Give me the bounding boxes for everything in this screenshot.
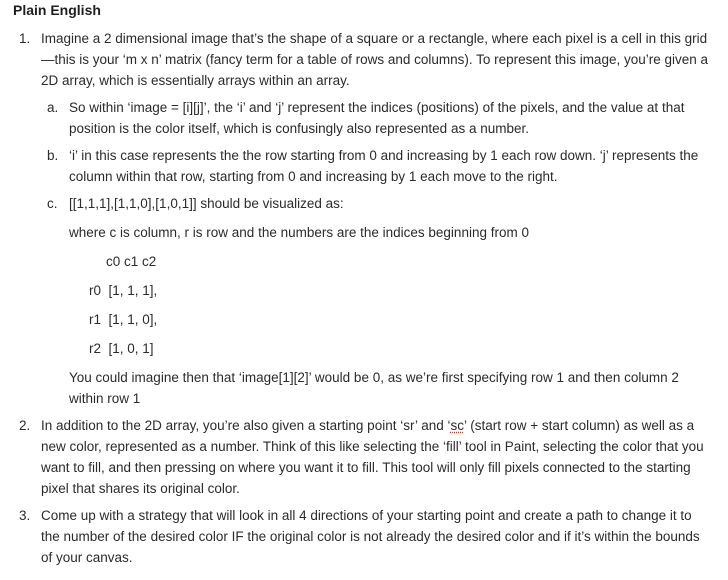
sub-letter: c. [47,196,58,211]
spellcheck-word: sc [450,418,464,433]
sub-item-a: a. So within ‘image = [i][j]’, the ‘i’ a… [41,97,714,139]
sub-letter: b. [47,148,59,163]
list-item-text-part: In addition to the 2D array, you’re also… [41,418,451,433]
matrix-conclusion: You could imagine then that ‘image[1][2]… [69,370,679,406]
sub-item-text: [[1,1,1],[1,1,0],[1,0,1]] should be visu… [69,196,344,211]
sub-letter: a. [47,100,59,115]
matrix-column-header: c0 c1 c2 [106,254,157,269]
list-item-1: 1. Imagine a 2 dimensional image that’s … [13,28,714,409]
list-item-text: Imagine a 2 dimensional image that’s the… [41,31,709,88]
main-list: 1. Imagine a 2 dimensional image that’s … [13,28,714,568]
list-item-2: 2. In addition to the 2D array, you’re a… [13,415,714,499]
sub-item-c: c. [[1,1,1],[1,1,0],[1,0,1]] should be v… [41,193,714,409]
document-page: Plain English 1. Imagine a 2 dimensional… [0,0,728,580]
sub-item-b: b. ‘i’ in this case represents the the r… [41,145,714,187]
sub-item-text: ‘i’ in this case represents the the row … [69,148,699,184]
list-number: 3. [19,508,31,523]
sub-item-text: So within ‘image = [i][j]’, the ‘i’ and … [69,100,685,136]
list-number: 2. [19,418,31,433]
matrix-row-2: r2 [1, 0, 1] [89,341,154,356]
list-number: 1. [19,31,31,46]
list-item-3: 3. Come up with a strategy that will loo… [13,505,714,568]
list-item-text: In addition to the 2D array, you’re also… [41,415,714,499]
matrix-row-0: r0 [1, 1, 1], [89,283,158,298]
matrix-row-1: r1 [1, 1, 0], [89,312,158,327]
sub-list: a. So within ‘image = [i][j]’, the ‘i’ a… [41,97,714,409]
section-heading: Plain English [13,2,101,18]
list-item-text: Come up with a strategy that will look i… [41,508,700,565]
matrix-note: where c is column, r is row and the numb… [69,225,529,240]
